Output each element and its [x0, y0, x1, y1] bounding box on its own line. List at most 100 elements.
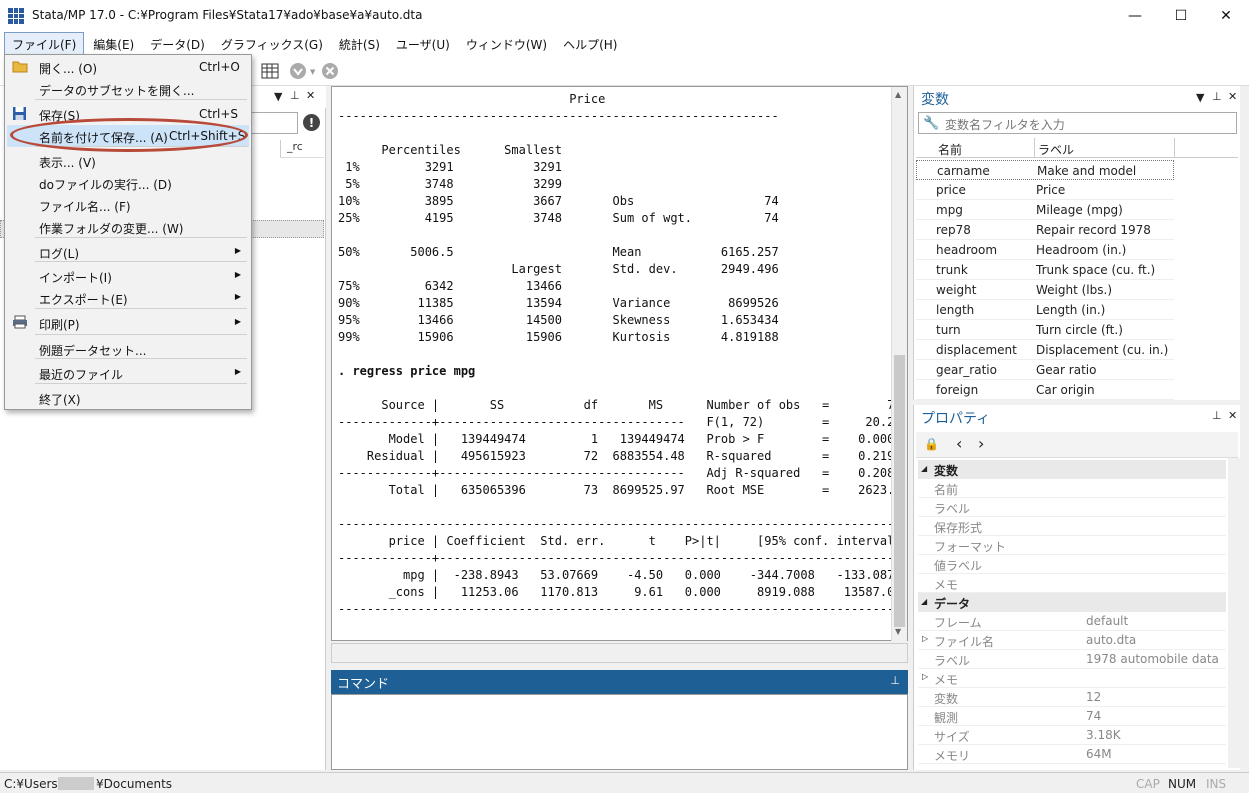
close-icon[interactable]: ✕	[306, 89, 315, 102]
variable-row[interactable]: headroom Headroom (in.)	[916, 240, 1174, 260]
menu-export[interactable]: エクスポート(E) ▶	[7, 287, 249, 309]
col-name-header[interactable]: 名前	[938, 141, 962, 158]
results-output: Price ----------------------------------…	[338, 91, 902, 640]
property-row[interactable]: フレーム default	[918, 612, 1226, 631]
menu-bar: ファイル(F) 編集(E) データ(D) グラフィックス(G) 統計(S) ユー…	[0, 31, 1249, 57]
variable-row[interactable]: trunk Trunk space (cu. ft.)	[916, 260, 1174, 280]
property-row[interactable]: ▷ ファイル名 auto.dta	[918, 631, 1226, 650]
pin-icon[interactable]: ⊥	[290, 89, 300, 102]
property-row[interactable]: 変数 12	[918, 688, 1226, 707]
back-icon[interactable]: ‹	[956, 434, 962, 453]
property-row[interactable]: ▷ メモ	[918, 669, 1226, 688]
info-icon[interactable]: !	[303, 114, 320, 131]
scroll-up-icon[interactable]: ▲	[895, 90, 901, 99]
properties-scrollbar[interactable]	[1228, 458, 1240, 768]
property-row[interactable]: メモ	[918, 574, 1226, 593]
maximize-button[interactable]: ☐	[1158, 0, 1204, 32]
submenu-arrow-icon: ▶	[234, 246, 241, 255]
menu-help[interactable]: ヘルプ(H)	[556, 33, 624, 56]
results-line: 5% 3748 3299	[338, 177, 562, 191]
collapse-icon[interactable]: ◢	[921, 464, 927, 473]
property-row[interactable]: 値ラベル	[918, 555, 1226, 574]
menu-change-wd[interactable]: 作業フォルダの変更... (W)	[7, 216, 249, 238]
property-row[interactable]: 名前	[918, 479, 1226, 498]
variable-row[interactable]: turn Turn circle (ft.)	[916, 320, 1174, 340]
close-button[interactable]: ✕	[1203, 0, 1249, 32]
results-line: Source | SS df MS Number of obs = 74	[338, 398, 902, 412]
expand-icon[interactable]: ▷	[922, 672, 928, 681]
menu-view[interactable]: 表示... (V)	[7, 150, 249, 172]
property-row[interactable]: サイズ 3.18K	[918, 726, 1226, 745]
menu-edit[interactable]: 編集(E)	[86, 33, 141, 56]
variable-row[interactable]: gear_ratio Gear ratio	[916, 360, 1174, 380]
menu-example-datasets[interactable]: 例題データセット...	[7, 338, 249, 360]
variable-row[interactable]: displacement Displacement (cu. in.)	[916, 340, 1174, 360]
menu-open[interactable]: 開く... (O) Ctrl+O	[7, 56, 249, 78]
pin-icon[interactable]: ⊥	[1212, 409, 1222, 422]
menu-file[interactable]: ファイル(F)	[4, 31, 85, 57]
property-value: 1978 automobile data	[1086, 652, 1219, 666]
variable-name: mpg	[936, 203, 963, 217]
variable-name: turn	[936, 323, 961, 337]
property-key: メモ	[934, 578, 959, 592]
menu-user[interactable]: ユーザ(U)	[389, 33, 457, 56]
section-data[interactable]: ◢ データ	[918, 593, 1226, 612]
menu-open-subset[interactable]: データのサブセットを開く...	[7, 78, 249, 100]
working-dir-suffix: ¥Documents	[96, 777, 173, 791]
variable-row[interactable]: weight Weight (lbs.)	[916, 280, 1174, 300]
property-row[interactable]: メモリ 64M	[918, 745, 1226, 764]
close-icon[interactable]: ✕	[1228, 409, 1237, 422]
variable-row[interactable]: carname Make and model	[916, 160, 1174, 180]
lock-icon[interactable]: 🔒	[924, 437, 939, 451]
menu-do[interactable]: doファイルの実行... (D)	[7, 172, 249, 194]
variable-row[interactable]: length Length (in.)	[916, 300, 1174, 320]
menu-filename[interactable]: ファイル名... (F)	[7, 194, 249, 216]
more-button[interactable]	[286, 59, 310, 83]
results-scroll-thumb[interactable]	[894, 355, 905, 627]
menu-graphics[interactable]: グラフィックス(G)	[214, 33, 330, 56]
menu-import[interactable]: インポート(I) ▶	[7, 265, 249, 287]
table-icon	[261, 63, 279, 79]
menu-item-label: 終了(X)	[39, 393, 81, 407]
menu-statistics[interactable]: 統計(S)	[332, 33, 387, 56]
forward-icon[interactable]: ›	[978, 434, 984, 453]
save-icon	[12, 106, 27, 124]
menu-separator	[35, 99, 247, 100]
property-row[interactable]: 観測 74	[918, 707, 1226, 726]
variable-filter-input[interactable]	[918, 112, 1237, 134]
variable-row[interactable]: foreign Car origin	[916, 380, 1174, 400]
minimize-button[interactable]: —	[1112, 0, 1158, 32]
col-label-header[interactable]: ラベル	[1038, 141, 1074, 158]
menu-data[interactable]: データ(D)	[143, 33, 212, 56]
variable-row[interactable]: price Price	[916, 180, 1174, 200]
break-button[interactable]	[318, 59, 342, 83]
section-variable[interactable]: ◢ 変数	[918, 460, 1226, 479]
property-row[interactable]: 保存形式	[918, 517, 1226, 536]
menu-recent-files[interactable]: 最近のファイル ▶	[7, 362, 249, 384]
collapse-icon[interactable]: ◢	[921, 597, 927, 606]
variable-row[interactable]: mpg Mileage (mpg)	[916, 200, 1174, 220]
menu-exit[interactable]: 終了(X)	[7, 387, 249, 409]
results-line: 90% 11385 13594 Variance 8699526	[338, 296, 779, 310]
scroll-down-icon[interactable]: ▼	[895, 627, 901, 636]
property-row[interactable]: ラベル	[918, 498, 1226, 517]
print-icon	[12, 315, 28, 332]
expand-icon[interactable]: ▷	[922, 634, 928, 643]
pin-icon[interactable]: ⊥	[890, 674, 900, 687]
rc-column-header[interactable]: _rc	[280, 140, 324, 158]
variables-table-header: 名前 ラベル	[916, 138, 1238, 158]
pin-icon[interactable]: ⊥	[1212, 90, 1222, 103]
menu-log[interactable]: ログ(L) ▶	[7, 241, 249, 263]
data-browser-button[interactable]	[258, 59, 282, 83]
variable-label: Length (in.)	[1036, 303, 1106, 317]
variable-row[interactable]: rep78 Repair record 1978	[916, 220, 1174, 240]
property-row[interactable]: ラベル 1978 automobile data	[918, 650, 1226, 669]
menu-print[interactable]: 印刷(P) ▶	[7, 312, 249, 334]
filter-icon[interactable]: ▼	[274, 90, 282, 103]
property-row[interactable]: フォーマット	[918, 536, 1226, 555]
close-icon[interactable]: ✕	[1228, 90, 1237, 103]
filter-icon[interactable]: ▼	[1196, 91, 1204, 104]
menu-window[interactable]: ウィンドウ(W)	[459, 33, 554, 56]
command-input[interactable]	[331, 694, 908, 770]
variable-label: Trunk space (cu. ft.)	[1036, 263, 1156, 277]
